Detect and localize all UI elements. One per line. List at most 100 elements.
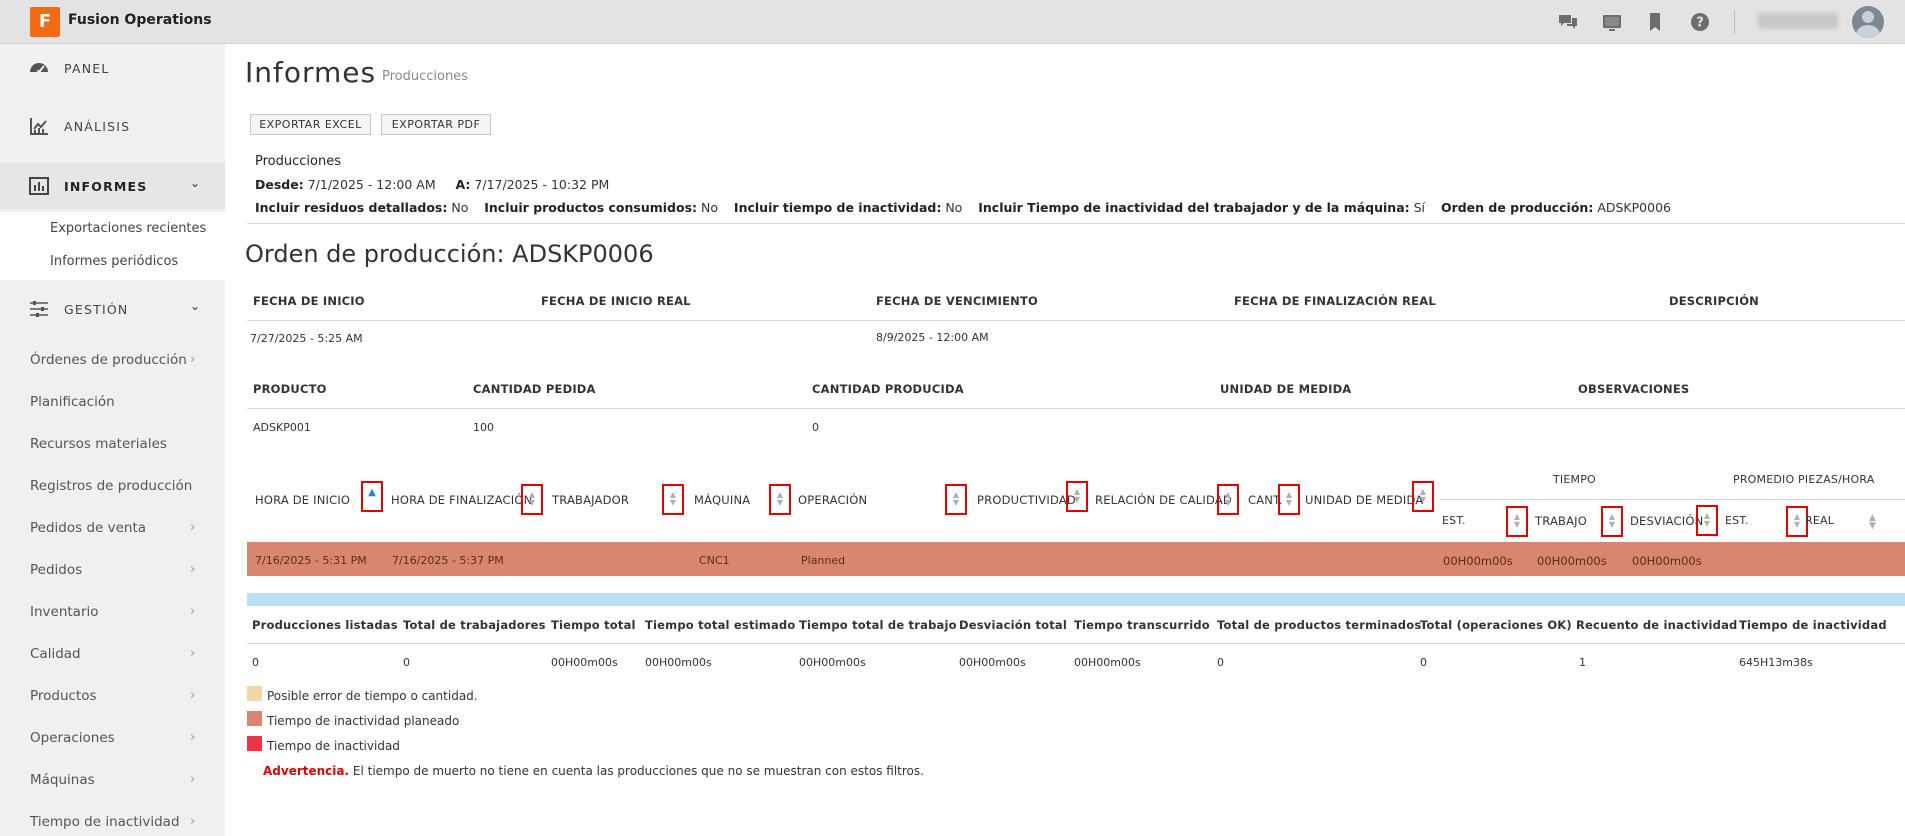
sidebar: PANEL ANÁLISIS INFORMES ⌄ Exportaciones … (0, 44, 225, 836)
product-cantidad-pedida: 100 (473, 421, 494, 434)
trab-maq-value: Sí (1413, 200, 1426, 215)
col-hora-finalizacion[interactable]: HORA DE FINALIZACIÓN (391, 493, 532, 507)
app-title: Fusion Operations (68, 12, 212, 28)
sort-productividad-icon[interactable]: ▲ ▼ (1066, 481, 1088, 512)
order-header-fecha-vencimiento: FECHA DE VENCIMIENTO (876, 294, 1039, 308)
summary-header-producciones: Producciones listadas (252, 618, 398, 632)
sort-relacion-calidad-icon[interactable]: ▲ ▼ (1217, 484, 1239, 515)
export-excel-button[interactable]: EXPORTAR EXCEL (250, 114, 371, 135)
sort-est-icon[interactable]: ▲ ▼ (1506, 506, 1528, 537)
nav-informes-periodicos[interactable]: Informes periódicos (50, 254, 178, 269)
trab-maq-label: Incluir Tiempo de inactividad del trabaj… (978, 200, 1410, 215)
col-maquina[interactable]: MÁQUINA (694, 493, 750, 507)
informes-submenu: Exportaciones recientes Informes periódi… (0, 212, 225, 280)
summary-header-transcurrido: Tiempo transcurrido (1074, 618, 1210, 632)
nav-gestion[interactable]: GESTIÓN ⌄ (0, 286, 225, 332)
summary-tiempo-trabajo: 00H00m00s (799, 656, 866, 669)
divider (247, 223, 1905, 224)
avatar[interactable] (1852, 6, 1884, 38)
sort-unidad-medida-icon[interactable]: ▲ ▼ (1412, 481, 1434, 512)
col-relacion-calidad[interactable]: RELACIÓN DE CALIDAD (1095, 493, 1232, 507)
product-cantidad-producida: 0 (812, 421, 819, 434)
summary-header-tiempo-estimado: Tiempo total estimado (645, 618, 796, 632)
sort-hora-inicio-icon[interactable]: ▲ (361, 481, 383, 512)
col-est-promedio[interactable]: EST. (1725, 514, 1749, 527)
orden-label: Orden de producción: (1440, 200, 1594, 215)
sort-maquina-icon[interactable]: ▲ ▼ (769, 484, 791, 515)
sort-desviacion-icon[interactable]: ▲ ▼ (1696, 505, 1718, 536)
table-row[interactable]: 7/16/2025 - 5:31 PM 7/16/2025 - 5:37 PM … (247, 542, 1905, 576)
row-est: 00H00m00s (1443, 554, 1513, 568)
sort-real-icon[interactable]: ▲ ▼ (1869, 514, 1876, 531)
nav-exportaciones-recientes[interactable]: Exportaciones recientes (50, 221, 206, 236)
warning-message: Advertencia. El tiempo de muerto no tien… (263, 764, 924, 778)
nav-inventario[interactable]: Inventario (30, 604, 99, 620)
legend-swatch-planeado (247, 711, 262, 726)
order-header-fecha-inicio: FECHA DE INICIO (253, 294, 365, 308)
app-logo[interactable]: F (30, 7, 60, 37)
legend-inactividad-label: Tiempo de inactividad (267, 739, 400, 753)
divider (1440, 499, 1905, 500)
chevron-right-icon: › (190, 688, 196, 703)
nav-tiempo-inactividad[interactable]: Tiempo de inactividad (30, 814, 180, 830)
col-productividad[interactable]: PRODUCTIVIDAD (977, 493, 1076, 507)
help-icon[interactable]: ? (1689, 11, 1711, 33)
summary-bar (247, 593, 1905, 606)
main-content: Informes Producciones EXPORTAR EXCEL EXP… (225, 44, 1905, 836)
sort-trabajador-icon[interactable]: ▲ ▼ (662, 484, 684, 515)
a-label: A: (455, 177, 471, 192)
export-pdf-button[interactable]: EXPORTAR PDF (381, 114, 491, 135)
col-desviacion[interactable]: DESVIACIÓN (1630, 514, 1703, 528)
topbar-divider (1734, 10, 1735, 34)
nav-ordenes-produccion[interactable]: Órdenes de producción (30, 352, 187, 368)
sliders-icon (28, 298, 52, 320)
page-subtitle: Producciones (382, 69, 468, 84)
chevron-down-icon: ⌄ (190, 176, 201, 190)
nav-planificacion[interactable]: Planificación (30, 394, 115, 410)
nav-panel[interactable]: PANEL (0, 45, 225, 91)
chevron-right-icon: › (190, 730, 196, 745)
col-unidad-medida[interactable]: UNIDAD DE MEDIDA (1305, 493, 1423, 507)
nav-analisis[interactable]: ANÁLISIS (0, 103, 225, 149)
divider (247, 320, 1905, 321)
consumidos-value: No (701, 200, 719, 215)
sort-operacion-icon[interactable]: ▲ ▼ (945, 484, 967, 515)
nav-recursos-materiales[interactable]: Recursos materiales (30, 436, 167, 452)
summary-tiempo-total: 00H00m00s (551, 656, 618, 669)
order-title: Orden de producción: ADSKP0006 (245, 240, 654, 268)
report-icon (28, 175, 52, 197)
sort-hora-finalizacion-icon[interactable]: ▲ ▼ (521, 484, 543, 515)
col-trabajo[interactable]: TRABAJO (1535, 514, 1587, 528)
divider (247, 408, 1905, 409)
nav-operaciones[interactable]: Operaciones (30, 730, 115, 746)
col-real[interactable]: REAL (1805, 514, 1834, 527)
chat-icon[interactable] (1557, 11, 1579, 33)
page-title: Informes (245, 56, 377, 89)
residuos-value: No (451, 200, 469, 215)
chevron-right-icon: › (190, 520, 196, 535)
col-est[interactable]: EST. (1442, 514, 1466, 527)
sort-trabajo-icon[interactable]: ▲ ▼ (1601, 506, 1623, 537)
nav-registros-produccion[interactable]: Registros de producción (30, 478, 192, 494)
col-hora-inicio[interactable]: HORA DE INICIO (255, 493, 350, 507)
summary-terminados: 0 (1217, 656, 1224, 669)
nav-maquinas[interactable]: Máquinas (30, 772, 95, 788)
legend-error-label: Posible error de tiempo o cantidad. (267, 689, 478, 703)
legend-swatch-error (247, 686, 262, 701)
tv-icon[interactable] (1601, 11, 1623, 33)
filters-options: Incluir residuos detallados: No Incluir … (255, 200, 1671, 215)
nav-calidad[interactable]: Calidad (30, 646, 81, 662)
product-header-unidad-medida: UNIDAD DE MEDIDA (1220, 382, 1352, 396)
nav-pedidos[interactable]: Pedidos (30, 562, 82, 578)
col-operacion[interactable]: OPERACIÓN (798, 493, 867, 507)
col-trabajador[interactable]: TRABAJADOR (552, 493, 629, 507)
user-name[interactable] (1758, 13, 1838, 29)
nav-pedidos-venta[interactable]: Pedidos de venta (30, 520, 146, 536)
chevron-right-icon: › (190, 772, 196, 787)
summary-header-operaciones-ok: Total (operaciones OK) (1420, 618, 1572, 632)
nav-informes[interactable]: INFORMES ⌄ (0, 163, 225, 209)
bookmark-icon[interactable] (1644, 11, 1666, 33)
sort-cant-icon[interactable]: ▲ ▼ (1278, 484, 1300, 515)
order-header-descripcion: DESCRIPCIÓN (1669, 294, 1760, 308)
nav-productos[interactable]: Productos (30, 688, 97, 704)
